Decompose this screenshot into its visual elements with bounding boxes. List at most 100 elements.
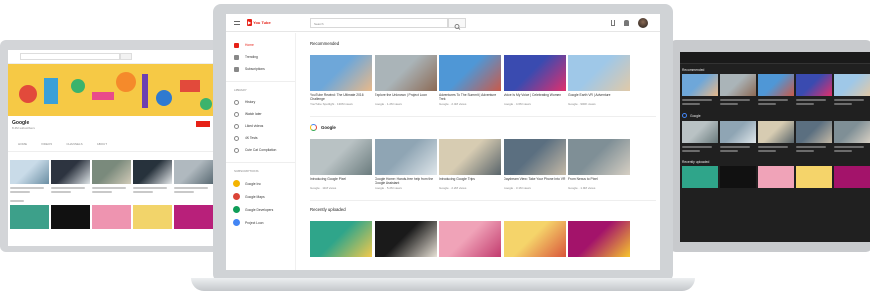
subscription-item[interactable]: Project Loon [226,216,295,229]
left-search-box[interactable] [20,53,120,60]
video-card[interactable] [682,74,718,105]
channel-tab[interactable]: HOME [18,142,27,151]
video-card[interactable] [796,121,832,152]
video-title[interactable]: Google Home: Hands-free help from the Go… [375,177,437,185]
video-card[interactable] [758,166,794,188]
video-card[interactable] [834,74,870,105]
video-thumbnail[interactable] [682,121,718,143]
video-thumbnail[interactable] [796,74,832,96]
video-card[interactable] [758,74,794,105]
video-thumbnail[interactable] [568,139,630,175]
video-thumbnail[interactable] [310,221,372,257]
video-title[interactable]: From Nexus to Pixel [568,177,630,185]
video-thumbnail[interactable] [51,160,90,184]
video-card[interactable] [796,166,832,188]
video-card[interactable] [720,166,756,188]
video-card[interactable] [758,121,794,152]
video-card[interactable]: Google Home: Hands-free help from the Go… [374,139,437,190]
video-card[interactable] [503,221,566,257]
google-logo-icon[interactable] [310,123,317,131]
sidebar-item[interactable]: Subscriptions [226,63,295,75]
video-thumbnail[interactable] [834,74,870,96]
sidebar-item[interactable]: Trending [226,51,295,63]
video-title[interactable]: Google Earth VR | Adventure [568,93,630,101]
video-card[interactable] [174,160,213,193]
video-thumbnail[interactable] [834,166,870,188]
youtube-logo[interactable]: ▶ You Tube [247,19,271,26]
video-card[interactable] [51,160,90,193]
search-input[interactable]: Search [310,18,448,28]
video-thumbnail[interactable] [568,221,630,257]
video-title[interactable]: YouTube Rewind: The Ultimate 2016 Challe… [310,93,372,101]
video-thumbnail[interactable] [92,160,131,184]
video-title[interactable]: Voice Is My Voice | Celebrating Women [504,93,566,101]
video-thumbnail[interactable] [439,221,501,257]
notifications-icon[interactable] [624,20,629,26]
video-card[interactable] [10,160,49,193]
video-card[interactable]: Google Earth VR | Adventure Google · 900K… [568,55,630,106]
video-card[interactable] [133,160,172,193]
video-thumbnail[interactable] [374,221,437,257]
video-thumbnail[interactable] [834,121,870,143]
video-card[interactable] [720,121,756,152]
video-thumbnail[interactable] [133,205,172,229]
video-card[interactable]: Introducing Google Pixel Google · 11M vie… [310,139,372,190]
video-title[interactable]: Introducing Google Trips [439,177,501,185]
subscription-item[interactable]: Google Maps [226,190,295,203]
video-thumbnail[interactable] [10,160,49,184]
video-card[interactable]: Explore the Unknown | Project Loon Google… [374,55,437,106]
video-thumbnail[interactable] [682,74,718,96]
video-card[interactable] [834,166,870,188]
video-title[interactable]: Explore the Unknown | Project Loon [375,93,437,101]
video-card[interactable] [310,221,372,257]
video-thumbnail[interactable] [310,139,372,175]
video-thumbnail[interactable] [310,55,372,91]
video-card[interactable]: From Nexus to Pixel Google · 1.9M views [568,139,630,190]
video-thumbnail[interactable] [51,205,90,229]
sidebar-item[interactable]: 4K Tests [226,132,295,144]
subscription-item[interactable]: Google Developers [226,203,295,216]
video-thumbnail[interactable] [174,160,213,184]
video-card[interactable]: YouTube Rewind: The Ultimate 2016 Challe… [310,55,372,106]
video-card[interactable] [439,221,501,257]
video-card[interactable] [834,121,870,152]
video-thumbnail[interactable] [92,205,131,229]
video-card[interactable]: Introducing Google Trips Google · 2.2M vi… [439,139,501,190]
sidebar-item[interactable]: Home [226,39,295,51]
upload-icon[interactable] [611,20,615,26]
video-thumbnail[interactable] [758,121,794,143]
video-card[interactable] [682,121,718,152]
video-thumbnail[interactable] [720,166,756,188]
sidebar-item[interactable]: Watch later [226,108,295,120]
video-thumbnail[interactable] [682,166,718,188]
video-thumbnail[interactable] [758,74,794,96]
video-thumbnail[interactable] [174,205,213,229]
video-card[interactable] [682,166,718,188]
video-thumbnail[interactable] [374,139,437,175]
video-thumbnail[interactable] [503,139,566,175]
video-card[interactable]: Daydream View: Take Your Phone Into VR Go… [503,139,566,190]
video-title[interactable]: Introducing Google Pixel [310,177,372,185]
subscribe-button[interactable] [196,121,210,127]
search-button[interactable] [448,18,466,30]
channel-tab[interactable]: VIDEOS [41,142,52,151]
video-title[interactable]: Adventures To The Summit | Adventure Tre… [439,93,501,101]
video-thumbnail[interactable] [796,121,832,143]
sidebar-item[interactable]: History [226,96,295,108]
channel-tab[interactable]: ABOUT [97,142,107,151]
video-thumbnail[interactable] [503,221,566,257]
video-card[interactable] [796,74,832,105]
video-card[interactable] [568,221,630,257]
video-thumbnail[interactable] [439,139,501,175]
left-search-icon[interactable] [120,53,132,60]
video-thumbnail[interactable] [758,166,794,188]
video-card[interactable]: Voice Is My Voice | Celebrating Women Goo… [503,55,566,106]
channel-tab[interactable]: CHANNELS [66,142,82,151]
video-thumbnail[interactable] [439,55,501,91]
video-thumbnail[interactable] [133,160,172,184]
sidebar-item[interactable]: Cute Cat Compilation [226,144,295,156]
avatar[interactable] [638,18,648,28]
video-thumbnail[interactable] [503,55,566,91]
video-thumbnail[interactable] [720,121,756,143]
section-google-title[interactable]: Google [321,125,336,130]
